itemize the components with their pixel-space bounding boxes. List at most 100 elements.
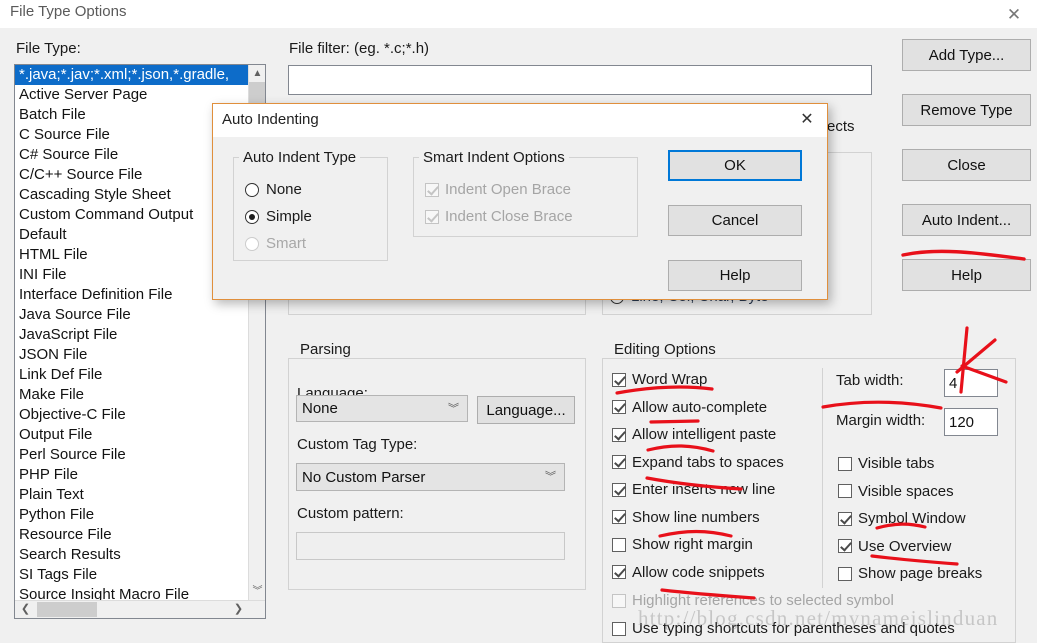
checkbox-icon xyxy=(612,594,626,608)
chevron-up-icon[interactable]: ▲ xyxy=(249,65,266,82)
margin-width-input[interactable]: 120 xyxy=(944,408,998,436)
custom-pattern-input[interactable] xyxy=(296,532,565,560)
checkbox-indent-close-brace: Indent Close Brace xyxy=(425,208,573,225)
list-item[interactable]: Source Insight Macro File xyxy=(15,585,248,600)
checkbox-expand-tabs-to-spaces[interactable]: Expand tabs to spaces xyxy=(612,454,784,471)
dialog-ok-button[interactable]: OK xyxy=(668,150,802,181)
tab-width-value: 4 xyxy=(949,376,957,391)
checkbox-enter-inserts-new-line[interactable]: Enter inserts new line xyxy=(612,481,775,498)
list-item[interactable]: Active Server Page xyxy=(15,85,248,105)
checkbox-use-overview[interactable]: Use Overview xyxy=(838,538,951,555)
margin-width-value: 120 xyxy=(949,415,974,430)
checkbox-icon xyxy=(612,455,626,469)
remove-type-button[interactable]: Remove Type xyxy=(902,94,1031,126)
auto-indenting-dialog: Auto Indenting ✕ Auto Indent Type NoneSi… xyxy=(212,103,828,300)
checkbox-show-line-numbers[interactable]: Show line numbers xyxy=(612,509,760,526)
list-item[interactable]: JSON File xyxy=(15,345,248,365)
chevron-right-icon[interactable]: ❯ xyxy=(230,601,247,618)
checkbox-allow-code-snippets[interactable]: Allow code snippets xyxy=(612,564,765,581)
checkbox-visible-spaces[interactable]: Visible spaces xyxy=(838,483,954,500)
file-type-options-window: File Type Options ✕ File Type: *.java;*.… xyxy=(0,0,1037,643)
list-item[interactable]: SI Tags File xyxy=(15,565,248,585)
page-title: File Type Options xyxy=(10,3,126,20)
checkbox-visible-tabs[interactable]: Visible tabs xyxy=(838,455,934,472)
file-type-label: File Type: xyxy=(16,40,81,57)
checkbox-label: Visible spaces xyxy=(858,483,954,500)
dialog-cancel-button-label: Cancel xyxy=(712,212,759,229)
hscroll-thumb[interactable] xyxy=(37,602,97,617)
listbox-horizontal-scrollbar[interactable]: ❮ ❯ xyxy=(15,600,266,618)
list-item[interactable]: Search Results xyxy=(15,545,248,565)
auto-indent-type-group-title: Auto Indent Type xyxy=(239,149,360,166)
chevron-down-icon[interactable]: ︾ xyxy=(249,583,266,600)
close-icon[interactable]: ✕ xyxy=(797,110,817,130)
list-item[interactable]: Java Source File xyxy=(15,305,248,325)
list-item[interactable]: PHP File xyxy=(15,465,248,485)
list-item[interactable]: Resource File xyxy=(15,525,248,545)
checkbox-label: Show right margin xyxy=(632,536,753,553)
checkbox-icon xyxy=(612,400,626,414)
checkbox-show-right-margin[interactable]: Show right margin xyxy=(612,536,753,553)
tab-width-input[interactable]: 4 xyxy=(944,369,998,397)
checkbox-label: Expand tabs to spaces xyxy=(632,454,784,471)
list-item[interactable]: Python File xyxy=(15,505,248,525)
radio-label: Smart xyxy=(266,235,306,252)
list-item[interactable]: *.java;*.jav;*.xml;*.json,*.gradle, xyxy=(15,65,248,85)
dialog-ok-button-label: OK xyxy=(724,157,746,174)
file-filter-label: File filter: (eg. *.c;*.h) xyxy=(289,40,429,57)
checkbox-label: Indent Open Brace xyxy=(445,181,571,198)
custom-tag-type-combo[interactable]: No Custom Parser ︾ xyxy=(296,463,565,491)
radio-simple[interactable]: Simple xyxy=(245,208,312,225)
editing-options-divider xyxy=(822,368,823,588)
dialog-help-button[interactable]: Help xyxy=(668,260,802,291)
radio-none[interactable]: None xyxy=(245,181,302,198)
checkbox-icon xyxy=(612,565,626,579)
checkbox-label: Word Wrap xyxy=(632,371,707,388)
close-button[interactable]: Close xyxy=(902,149,1031,181)
smart-indent-options-group-title: Smart Indent Options xyxy=(419,149,569,166)
checkbox-icon xyxy=(838,484,852,498)
radio-icon xyxy=(245,210,259,224)
chevron-down-icon: ︾ xyxy=(448,400,459,416)
close-icon[interactable]: ✕ xyxy=(1003,4,1025,26)
checkbox-label: Enter inserts new line xyxy=(632,481,775,498)
language-button[interactable]: Language... xyxy=(477,396,575,424)
list-item[interactable]: Make File xyxy=(15,385,248,405)
checkbox-indent-open-brace: Indent Open Brace xyxy=(425,181,571,198)
checkbox-allow-intelligent-paste[interactable]: Allow intelligent paste xyxy=(612,426,776,443)
chevron-down-icon: ︾ xyxy=(545,468,556,484)
language-button-label: Language... xyxy=(486,402,565,419)
checkbox-label: Use Overview xyxy=(858,538,951,555)
list-item[interactable]: Output File xyxy=(15,425,248,445)
checkbox-allow-auto-complete[interactable]: Allow auto-complete xyxy=(612,399,767,416)
checkbox-label: Symbol Window xyxy=(858,510,966,527)
auto-indent-button-label: Auto Indent... xyxy=(922,212,1011,229)
dialog-cancel-button[interactable]: Cancel xyxy=(668,205,802,236)
checkbox-word-wrap[interactable]: Word Wrap xyxy=(612,371,707,388)
list-item[interactable]: Perl Source File xyxy=(15,445,248,465)
list-item[interactable]: Link Def File xyxy=(15,365,248,385)
custom-tag-type-value: No Custom Parser xyxy=(302,469,425,486)
help-button-label: Help xyxy=(951,267,982,284)
chevron-left-icon[interactable]: ❮ xyxy=(17,601,34,618)
checkbox-icon xyxy=(612,373,626,387)
help-button[interactable]: Help xyxy=(902,259,1031,291)
radio-smart: Smart xyxy=(245,235,306,252)
language-combo[interactable]: None ︾ xyxy=(296,395,468,422)
list-item[interactable]: Objective-C File xyxy=(15,405,248,425)
checkbox-icon xyxy=(425,210,439,224)
editing-options-group-title: Editing Options xyxy=(610,341,720,358)
checkbox-icon xyxy=(838,567,852,581)
checkbox-icon xyxy=(612,510,626,524)
checkbox-icon xyxy=(838,512,852,526)
checkbox-label: Show line numbers xyxy=(632,509,760,526)
checkbox-icon xyxy=(612,483,626,497)
add-type-button[interactable]: Add Type... xyxy=(902,39,1031,71)
list-item[interactable]: Plain Text xyxy=(15,485,248,505)
checkbox-symbol-window[interactable]: Symbol Window xyxy=(838,510,966,527)
checkbox-show-page-breaks[interactable]: Show page breaks xyxy=(838,565,982,582)
list-item[interactable]: JavaScript File xyxy=(15,325,248,345)
custom-tag-type-label: Custom Tag Type: xyxy=(297,436,417,453)
auto-indent-button[interactable]: Auto Indent... xyxy=(902,204,1031,236)
file-filter-input[interactable] xyxy=(288,65,872,95)
